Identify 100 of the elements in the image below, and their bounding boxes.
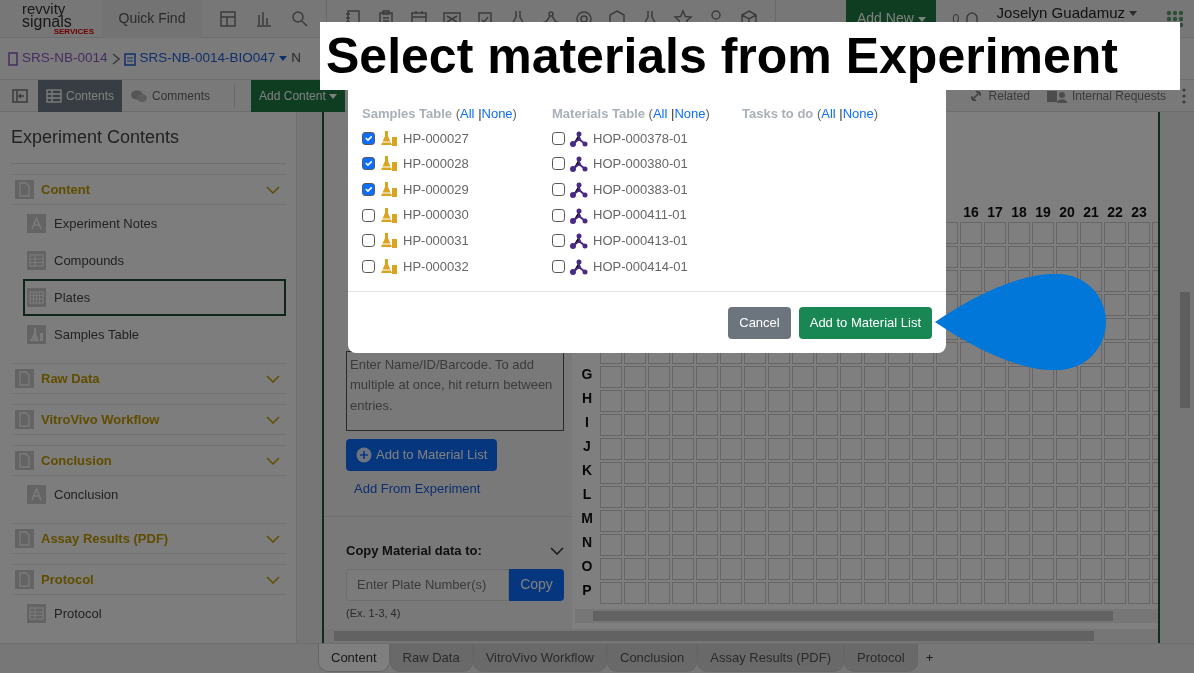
checkbox[interactable]: [362, 183, 375, 196]
separator: |: [671, 106, 675, 121]
notebook-icon: [8, 51, 18, 66]
sheet-tab[interactable]: VitroVivo Workflow: [472, 644, 607, 672]
collapse-panel-icon[interactable]: [12, 88, 28, 103]
parenthesis: (: [816, 106, 822, 121]
separator: |: [478, 106, 482, 121]
text-icon: [27, 485, 46, 504]
sidebar-section[interactable]: Raw Data: [11, 363, 286, 394]
parenthesis: (: [648, 106, 653, 121]
dashboard-icon[interactable]: [218, 8, 238, 29]
chevron-right-icon: [111, 52, 120, 65]
row-label: H: [580, 389, 594, 407]
cancel-button[interactable]: Cancel: [728, 306, 791, 339]
document-icon: [15, 451, 34, 470]
breadcrumb-link[interactable]: N: [291, 48, 302, 69]
plus-circle-icon: [356, 446, 372, 463]
add-to-material-list-button[interactable]: Add to Material List: [798, 306, 932, 339]
select-all-link[interactable]: All: [821, 106, 836, 121]
checkbox[interactable]: [362, 259, 375, 273]
add-tab-button[interactable]: +: [917, 644, 942, 672]
parenthesis: ): [512, 106, 517, 121]
sheet-tab[interactable]: Conclusion: [607, 644, 698, 672]
item-label: HP-000030: [403, 206, 469, 225]
chevron-down-icon: [266, 185, 280, 194]
breadcrumb-link[interactable]: SRS-NB-0014-BIO047: [139, 48, 276, 69]
checkbox[interactable]: [362, 234, 375, 248]
chevron-down-icon[interactable]: [550, 546, 564, 555]
copy-button[interactable]: Copy: [509, 568, 564, 601]
scrollbar[interactable]: [575, 609, 1158, 623]
toolbar-link[interactable]: Internal Requests: [1045, 86, 1166, 105]
column-heading: Samples Table: [362, 106, 453, 121]
molecule-icon: [570, 257, 588, 275]
molecule-icon: [570, 129, 588, 147]
item-label: HOP-000411-01: [593, 206, 687, 225]
row-label: N: [580, 533, 594, 551]
molecule-icon: [570, 155, 588, 173]
select-all-link[interactable]: All: [652, 106, 668, 121]
column-label: 19: [1034, 203, 1052, 221]
sidebar-item[interactable]: Samples Table: [23, 316, 286, 353]
sheet-tab[interactable]: Assay Results (PDF): [697, 644, 844, 672]
checkbox[interactable]: [552, 183, 565, 196]
column-label: 23: [1130, 203, 1148, 221]
scrollbar[interactable]: [324, 629, 1158, 643]
row-label: J: [582, 437, 592, 455]
chevron-down-icon: [266, 575, 280, 584]
plate-number-field[interactable]: Enter Plate Number(s): [346, 568, 509, 601]
toolbar-tab[interactable]: Comments: [122, 79, 219, 112]
add-to-material-list-button[interactable]: Add to Material List: [346, 438, 498, 471]
row-label: I: [584, 413, 590, 431]
column-heading: Tasks to do: [742, 106, 814, 121]
add-from-experiment-link[interactable]: Add From Experiment: [354, 478, 481, 498]
sidebar-item[interactable]: Compounds: [23, 242, 286, 279]
table-icon: [46, 88, 62, 103]
sidebar-section[interactable]: Content: [11, 174, 286, 205]
checkbox[interactable]: [362, 208, 375, 222]
quick-find-button[interactable]: Quick Find: [102, 0, 202, 38]
more-vertical-icon[interactable]: [1182, 87, 1186, 104]
row-label: P: [581, 581, 593, 599]
column-label: 16: [962, 203, 980, 221]
flask-icon: [380, 206, 398, 224]
parenthesis: (: [455, 106, 461, 121]
sidebar-section[interactable]: VitroVivo Workflow: [11, 404, 286, 435]
separator: |: [839, 106, 843, 121]
search-icon[interactable]: [290, 8, 310, 29]
flask-icon: [27, 325, 46, 344]
checkbox[interactable]: [552, 157, 565, 171]
molecule-icon: [570, 181, 588, 198]
sheet-tab[interactable]: Raw Data: [389, 644, 473, 672]
select-all-link[interactable]: All: [460, 106, 475, 121]
checkbox[interactable]: [362, 131, 375, 145]
toolbar-link[interactable]: Related: [968, 86, 1030, 105]
sidebar-item[interactable]: Protocol: [23, 595, 286, 632]
item-label: HP-000028: [403, 155, 469, 174]
hint-text: (Ex. 1-3, 4): [346, 605, 402, 621]
sidebar-item[interactable]: Conclusion: [23, 476, 286, 513]
grid-icon: [27, 288, 46, 307]
document-icon: [15, 410, 34, 429]
sidebar-item[interactable]: Plates: [23, 279, 286, 316]
checkbox[interactable]: [552, 234, 565, 248]
sidebar-section[interactable]: Assay Results (PDF): [11, 523, 286, 554]
caret-icon: [1129, 10, 1137, 16]
row-label: K: [580, 461, 594, 479]
column-label: 20: [1058, 203, 1076, 221]
sheet-tab[interactable]: Content: [318, 644, 390, 672]
sidebar-section[interactable]: Protocol: [11, 564, 286, 595]
select-none-link[interactable]: None: [674, 106, 706, 121]
checkbox[interactable]: [552, 259, 565, 273]
sidebar-section[interactable]: Conclusion: [11, 445, 286, 476]
sheet-tab[interactable]: Protocol: [843, 644, 918, 672]
breadcrumb-link[interactable]: SRS-NB-0014: [22, 48, 108, 69]
item-label: HP-000027: [403, 129, 469, 148]
checkbox[interactable]: [362, 157, 375, 171]
user-menu[interactable]: Joselyn Guadamuz: [995, 4, 1138, 22]
material-input-field[interactable]: Enter Name/ID/Barcode. To add multiple at once, hit return between entries.: [346, 350, 564, 431]
checkbox[interactable]: [552, 131, 565, 145]
toolbar-tab[interactable]: Contents: [38, 79, 123, 112]
sidebar-item[interactable]: Experiment Notes: [23, 205, 286, 242]
checkbox[interactable]: [552, 208, 565, 222]
caret-icon: [329, 93, 338, 99]
